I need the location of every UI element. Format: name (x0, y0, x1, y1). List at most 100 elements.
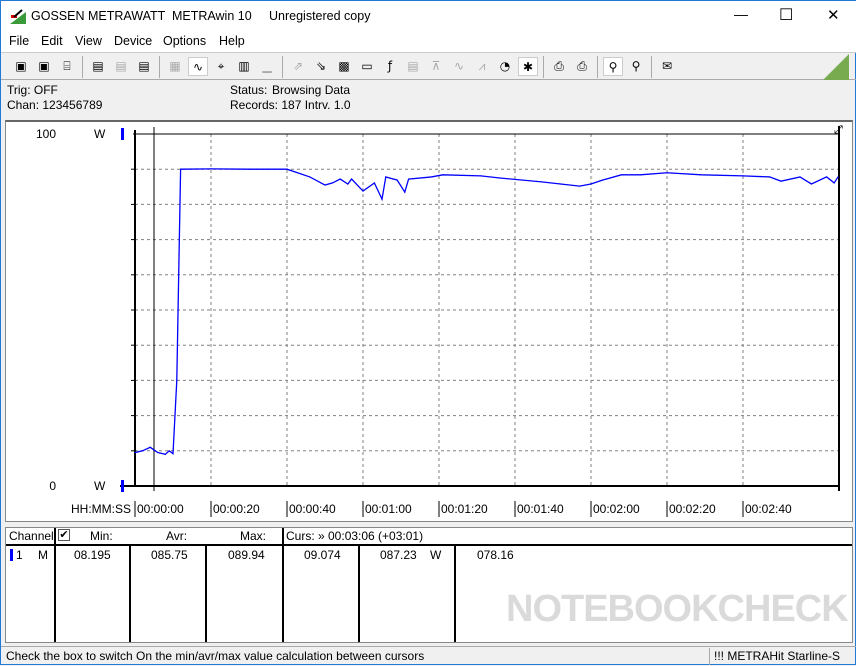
monitor-button[interactable]: ▭ (357, 57, 377, 76)
menu-view[interactable]: View (75, 34, 102, 48)
waveform-view-button[interactable]: ∿ (188, 57, 208, 76)
cursor-marker-icon: ⤢ (834, 124, 843, 136)
x-tick-label: 00:00:20 (213, 502, 260, 516)
zoom-wave-button[interactable]: ⚲ (603, 57, 623, 76)
data-point (620, 174, 623, 176)
maximize-button[interactable]: ☐ (779, 5, 793, 25)
bug-button[interactable]: ✱ (518, 57, 538, 76)
save-button[interactable]: ▣ (11, 57, 31, 76)
data-point (833, 182, 835, 184)
data-point (373, 182, 375, 184)
close-button[interactable]: ✕ (827, 6, 840, 24)
menu-edit[interactable]: Edit (41, 34, 63, 48)
timer-button[interactable]: ◔ (495, 57, 515, 76)
zoom-wave-icon: ⚲ (608, 60, 618, 74)
y-min-label: 0 (49, 479, 56, 493)
print-button[interactable]: ⎙ (549, 57, 569, 76)
data-point (332, 182, 334, 184)
print-setup-button[interactable]: ⎙ (572, 57, 592, 76)
data-point (248, 168, 250, 170)
data-point (396, 179, 398, 181)
app-title: METRAwin 10 (172, 9, 252, 23)
device-memory-button[interactable]: ▤ (134, 57, 154, 76)
data-point (639, 174, 642, 176)
data-point (826, 176, 828, 178)
data-point (442, 174, 444, 176)
zoom-out-icon: ⚲ (631, 59, 641, 73)
power-chart[interactable]: 00:00:00 00:00:20 00:00:40 00:01:00 00:01:20… (6, 122, 852, 520)
data-point (210, 168, 212, 170)
status-bar: Check the box to switch On the min/avr/m… (1, 646, 856, 666)
data-point (700, 174, 702, 176)
data-point (799, 176, 801, 178)
toolbar-separator (282, 56, 283, 78)
binary-data-icon: ▩ (338, 59, 350, 73)
data-point (180, 168, 182, 170)
device-name: !!! METRAHit Starline-S (714, 649, 841, 663)
chart-panel[interactable]: 00:00:00 00:00:20 00:00:40 00:01:00 00:01:20… (5, 120, 853, 522)
device-transfer-icon: ▤ (115, 59, 127, 73)
save-as-icon: ▣ (38, 59, 50, 73)
data-point (286, 168, 288, 170)
timer-icon: ◔ (499, 59, 511, 73)
max-header: Max: (240, 529, 267, 543)
import-button[interactable]: ⇘ (311, 57, 331, 76)
data-point (347, 183, 349, 185)
device-transfer-button[interactable]: ▤ (111, 57, 131, 76)
data-point (309, 176, 311, 178)
channel-color-marker (10, 549, 13, 561)
signal-icon: ∿ (453, 59, 465, 73)
channel-marker-bottom (121, 480, 124, 492)
cursor-header: Curs: » 00:03:06 (+03:01) (286, 529, 424, 543)
sampling-button[interactable]: ⩘ (472, 57, 492, 76)
data-point (666, 172, 668, 174)
data-point (560, 183, 562, 185)
data-point (780, 180, 782, 182)
function-button[interactable]: ƒ (380, 57, 400, 76)
toolbar: ▣ ▣ ⌸ ▤ ▤ ▤ ▦ ∿ ⌖ ▥ ▁ ⇗ ⇘ ▩ ▭ ƒ ▤ ⊼ ∿ ⩘ ◔ ✱ ⎙ ⎙ ⚲ ⚲ ✉ (1, 52, 856, 80)
data-point (769, 176, 771, 178)
comment-button[interactable]: ✉ (657, 57, 677, 76)
data-point (601, 179, 604, 181)
trigger-button[interactable]: ⊼ (426, 57, 446, 76)
title-bar: GOSSEN METRAWATT METRAwin 10 Unregistere… (1, 1, 856, 32)
menu-options[interactable]: Options (163, 34, 206, 48)
histogram-button[interactable]: ▁ (257, 57, 277, 76)
table-view-button[interactable]: ▥ (234, 57, 254, 76)
row-cursor1: 09.074 (304, 548, 341, 562)
menu-file[interactable]: File (9, 34, 29, 48)
device-read-button[interactable]: ▤ (88, 57, 108, 76)
menu-device[interactable]: Device (114, 34, 152, 48)
info-panel: Trig: OFF Chan: 123456789 Status: Browsi… (1, 81, 856, 117)
x-tick-label: 00:01:20 (441, 502, 488, 516)
data-point (837, 176, 839, 178)
crosshair-icon: ⌖ (217, 59, 225, 73)
minmax-checkbox[interactable]: ✔ (58, 529, 70, 541)
channel-marker-top (121, 128, 124, 140)
data-point (408, 178, 410, 180)
save-as-button[interactable]: ▣ (34, 57, 54, 76)
histogram-icon: ▁ (262, 59, 272, 73)
x-tick-label: 00:00:00 (137, 502, 184, 516)
print-setup-icon: ⎙ (577, 59, 587, 73)
export-button[interactable]: ⇗ (288, 57, 308, 76)
digital-display-button[interactable]: ▦ (165, 57, 185, 76)
function-icon: ƒ (387, 59, 393, 73)
status-value: Browsing Data (272, 83, 351, 97)
menu-bar: File Edit View Device Options Help (1, 32, 856, 52)
menu-help[interactable]: Help (219, 34, 245, 48)
logo-corner-icon (823, 54, 849, 80)
minimize-button[interactable]: — (734, 6, 748, 22)
data-point (168, 450, 170, 452)
monitor-icon: ▭ (361, 59, 373, 73)
device-config-button[interactable]: ▤ (403, 57, 423, 76)
crosshair-button[interactable]: ⌖ (211, 57, 231, 76)
table-view-icon: ▥ (238, 59, 250, 73)
open-folder-button[interactable]: ⌸ (57, 57, 77, 76)
signal-button[interactable]: ∿ (449, 57, 469, 76)
export-icon: ⇗ (292, 59, 304, 73)
zoom-out-button[interactable]: ⚲ (626, 57, 646, 76)
toolbar-separator (159, 56, 160, 78)
data-point (157, 451, 159, 454)
binary-data-button[interactable]: ▩ (334, 57, 354, 76)
